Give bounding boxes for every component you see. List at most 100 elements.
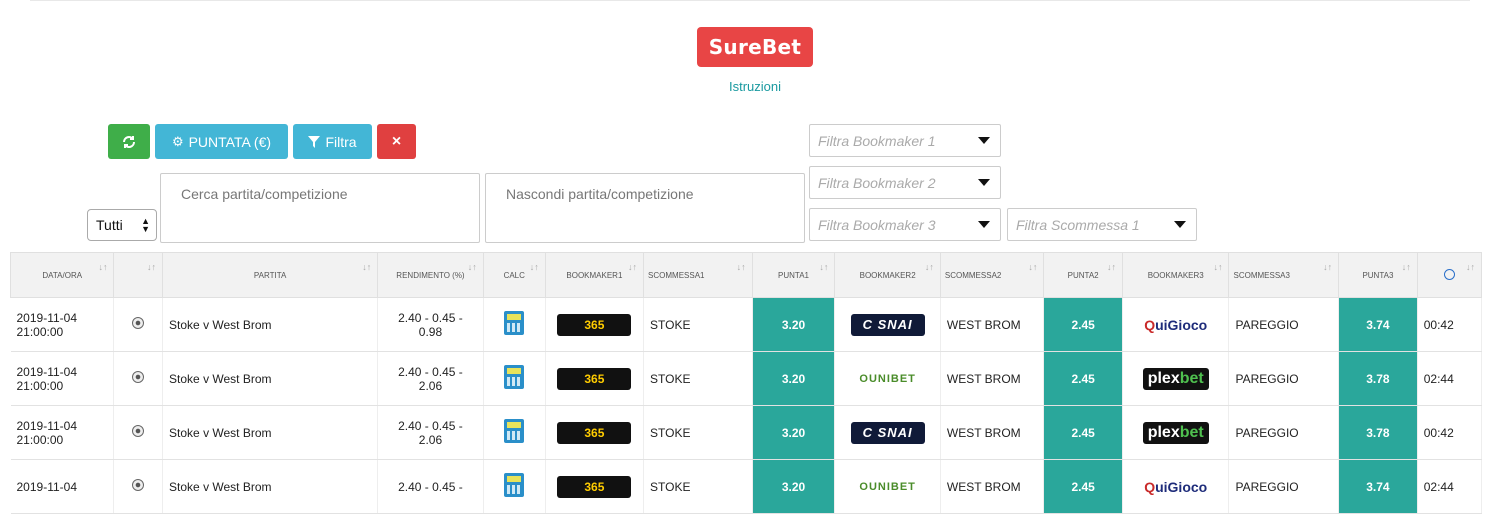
clear-button[interactable]: × bbox=[377, 124, 416, 159]
bet2-cell: WEST BROM bbox=[940, 297, 1045, 352]
col-header-yield[interactable]: RENDIMENTO (%) ↓↑ bbox=[377, 252, 484, 298]
bookmaker2-cell[interactable]: C SNAI bbox=[834, 405, 941, 460]
bet1-filter[interactable]: Filtra Scommessa 1 bbox=[1007, 208, 1197, 241]
timer-cell: 00:42 bbox=[1417, 405, 1483, 460]
timer-cell: 02:44 bbox=[1417, 351, 1483, 406]
clock-icon bbox=[1443, 268, 1455, 280]
date-cell: 2019-11-04 21:00:00 bbox=[10, 405, 115, 460]
calculator-icon[interactable] bbox=[504, 473, 525, 497]
odd2-cell: 2.45 bbox=[1043, 351, 1123, 406]
bookmaker2-filter-label: Filtra Bookmaker 2 bbox=[818, 174, 936, 191]
col-header-timer[interactable]: ↓↑ bbox=[1416, 252, 1483, 298]
planetwin365-logo: 365 bbox=[557, 367, 632, 390]
table-row[interactable]: 2019-11-04 21:00:00 Stoke v West Brom 2.4… bbox=[10, 405, 1483, 460]
match-cell: Stoke v West Brom bbox=[162, 405, 379, 460]
bet1-cell: STOKE bbox=[643, 405, 753, 460]
bet2-cell: WEST BROM bbox=[940, 405, 1045, 460]
odd1-cell: 3.20 bbox=[752, 297, 836, 352]
bookmaker1-cell[interactable]: 365 bbox=[545, 351, 645, 406]
match-cell: Stoke v West Brom bbox=[162, 351, 379, 406]
odd3-cell: 3.78 bbox=[1338, 351, 1418, 406]
col-header-calc[interactable]: CALC ↓↑ bbox=[482, 252, 546, 298]
stake-button[interactable]: ⚙ PUNTATA (€) bbox=[155, 124, 288, 159]
bookmaker3-cell[interactable]: plexbet bbox=[1122, 351, 1230, 406]
odd1-cell: 3.20 bbox=[752, 405, 836, 460]
stake-button-label: PUNTATA (€) bbox=[188, 133, 272, 150]
calculator-icon[interactable] bbox=[504, 311, 525, 335]
odd2-cell: 2.45 bbox=[1043, 297, 1123, 352]
match-cell: Stoke v West Brom bbox=[162, 297, 379, 352]
calculator-icon[interactable] bbox=[504, 419, 525, 443]
col-header-sport[interactable]: ↓↑ bbox=[113, 252, 164, 298]
odd2-cell: 2.45 bbox=[1043, 405, 1123, 460]
bookmaker1-filter[interactable]: Filtra Bookmaker 1 bbox=[809, 124, 1001, 157]
unibet-logo: OUNIBET bbox=[859, 372, 916, 385]
snai-logo: C SNAI bbox=[850, 421, 925, 444]
yield-cell: 2.40 - 0.45 -2.06 bbox=[377, 405, 484, 460]
bet3-cell: PAREGGIO bbox=[1228, 405, 1340, 460]
bookmaker3-cell[interactable]: QuiGioco bbox=[1122, 297, 1230, 352]
snai-logo: C SNAI bbox=[850, 313, 925, 336]
scope-select-value: Tutti bbox=[96, 217, 123, 233]
col-header-date[interactable]: DATA/ORA ↓↑ bbox=[9, 252, 115, 298]
instructions-link[interactable]: Istruzioni bbox=[700, 79, 810, 94]
bookmaker3-filter[interactable]: Filtra Bookmaker 3 bbox=[809, 208, 1001, 241]
filter-button[interactable]: Filtra bbox=[293, 124, 372, 159]
col-header-match[interactable]: PARTITA ↓↑ bbox=[162, 252, 379, 298]
col-header-bookmaker3[interactable]: BOOKMAKER3 ↓↑ bbox=[1121, 252, 1230, 298]
bookmaker1-cell[interactable]: 365 bbox=[545, 297, 645, 352]
calc-cell[interactable] bbox=[483, 297, 546, 352]
bookmaker2-filter[interactable]: Filtra Bookmaker 2 bbox=[809, 166, 1001, 199]
col-header-odd3[interactable]: PUNTA3 ↓↑ bbox=[1338, 252, 1418, 298]
col-header-odd2[interactable]: PUNTA2 ↓↑ bbox=[1043, 252, 1123, 298]
bet1-cell: STOKE bbox=[643, 351, 753, 406]
calculator-icon[interactable] bbox=[504, 365, 525, 389]
quigioco-logo: QuiGioco bbox=[1144, 316, 1208, 333]
col-header-bookmaker1[interactable]: BOOKMAKER1 ↓↑ bbox=[544, 252, 645, 298]
bookmaker2-cell[interactable]: C SNAI bbox=[834, 297, 941, 352]
scope-select[interactable]: Tutti ▲ ▼ bbox=[87, 209, 157, 241]
top-divider bbox=[30, 0, 1470, 1]
bookmaker3-cell[interactable]: plexbet bbox=[1122, 405, 1230, 460]
bookmaker1-cell[interactable]: 365 bbox=[545, 405, 645, 460]
soccer-ball-icon bbox=[132, 317, 145, 329]
sport-cell bbox=[113, 297, 164, 352]
soccer-ball-icon bbox=[132, 371, 145, 383]
calc-cell[interactable] bbox=[483, 351, 546, 406]
col-header-bet2[interactable]: SCOMMESSA2 ↓↑ bbox=[939, 252, 1045, 298]
funnel-icon bbox=[308, 135, 321, 148]
updown-icon: ▲ ▼ bbox=[141, 216, 150, 234]
calc-cell[interactable] bbox=[483, 405, 546, 460]
hide-input[interactable]: Nascondi partita/competizione bbox=[485, 173, 805, 243]
chevron-down-icon bbox=[1174, 221, 1186, 228]
date-cell: 2019-11-04 21:00:00 bbox=[10, 351, 115, 406]
plexbet-logo: plexbet bbox=[1142, 421, 1209, 444]
refresh-button[interactable] bbox=[108, 124, 150, 159]
bet1-filter-label: Filtra Scommessa 1 bbox=[1016, 216, 1140, 233]
yield-cell: 2.40 - 0.45 -0.98 bbox=[377, 297, 484, 352]
filter-button-label: Filtra bbox=[325, 133, 357, 150]
bookmaker2-cell[interactable]: OUNIBET bbox=[834, 351, 941, 406]
bet1-cell: STOKE bbox=[643, 297, 753, 352]
col-header-odd1[interactable]: PUNTA1 ↓↑ bbox=[751, 252, 836, 298]
surebet-table: DATA/ORA ↓↑ ↓↑ PARTITA ↓↑ RENDIMENTO (%) ↓↑… bbox=[9, 252, 1483, 514]
date-cell: 2019-11-04 21:00:00 bbox=[10, 297, 115, 352]
table-row[interactable]: 2019-11-04 21:00:00 Stoke v West Brom 2.4… bbox=[10, 351, 1483, 406]
planetwin365-logo: 365 bbox=[557, 313, 632, 336]
odd1-cell: 3.20 bbox=[752, 351, 836, 406]
sport-cell bbox=[113, 405, 164, 460]
soccer-ball-icon bbox=[132, 425, 145, 437]
col-header-bookmaker2[interactable]: BOOKMAKER2 ↓↑ bbox=[834, 252, 941, 298]
bet3-cell: PAREGGIO bbox=[1228, 297, 1340, 352]
bet2-cell: WEST BROM bbox=[940, 351, 1045, 406]
bookmaker1-filter-label: Filtra Bookmaker 1 bbox=[818, 132, 936, 149]
bet3-cell: PAREGGIO bbox=[1228, 351, 1340, 406]
table-row[interactable]: 2019-11-04 21:00:00 Stoke v West Brom 2.4… bbox=[10, 297, 1483, 352]
col-header-bet1[interactable]: SCOMMESSA1 ↓↑ bbox=[643, 252, 753, 298]
refresh-icon bbox=[123, 135, 135, 148]
search-input[interactable]: Cerca partita/competizione bbox=[160, 173, 480, 243]
col-header-bet3[interactable]: SCOMMESSA3 ↓↑ bbox=[1228, 252, 1340, 298]
odd3-cell: 3.78 bbox=[1338, 405, 1418, 460]
planetwin365-logo: 365 bbox=[557, 421, 632, 444]
timer-cell: 00:42 bbox=[1417, 297, 1483, 352]
